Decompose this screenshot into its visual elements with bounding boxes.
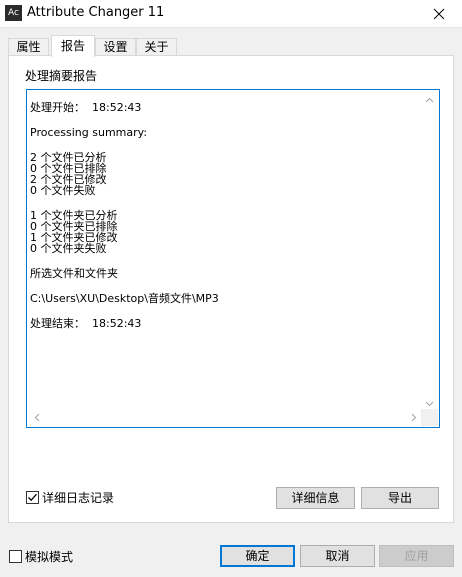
report-tab-panel: 处理摘要报告 处理开始： 18:52:43 Processing summary… [8, 55, 454, 523]
window-title: Attribute Changer 11 [27, 5, 165, 20]
report-path: C:\Users\XU\Desktop\音频文件\MP3 [30, 292, 219, 305]
export-button[interactable]: 导出 [361, 487, 439, 509]
detailed-log-label: 详细日志记录 [42, 491, 115, 505]
apply-button[interactable]: 应用 [379, 545, 454, 567]
scroll-left-icon[interactable] [28, 409, 45, 426]
report-textbox[interactable]: 处理开始： 18:52:43 Processing summary: 2 个文件… [26, 89, 440, 428]
panel-heading: 处理摘要报告 [25, 69, 98, 83]
report-selection-label: 所选文件和文件夹 [30, 267, 118, 280]
report-folders-failed: 0 个文件夹失败 [30, 242, 107, 255]
simulation-mode-checkbox[interactable] [9, 550, 22, 563]
simulation-mode-label: 模拟模式 [25, 550, 74, 564]
simulation-mode-option[interactable]: 模拟模式 [9, 548, 73, 565]
cancel-button[interactable]: 取消 [300, 545, 375, 567]
report-content: 处理开始： 18:52:43 Processing summary: 2 个文件… [30, 102, 422, 329]
checkmark-icon [28, 493, 37, 502]
report-files-failed: 0 个文件失败 [30, 184, 96, 197]
vertical-scrollbar[interactable] [421, 91, 438, 412]
scroll-corner [421, 409, 438, 426]
tab-properties[interactable]: 属性 [8, 38, 49, 56]
scroll-up-icon[interactable] [421, 91, 438, 108]
title-bar: Ac Attribute Changer 11 [0, 0, 462, 28]
close-icon [433, 8, 445, 20]
report-summary-label: Processing summary: [30, 126, 148, 139]
close-button[interactable] [416, 0, 462, 28]
tab-report[interactable]: 报告 [51, 35, 95, 57]
scroll-right-icon[interactable] [405, 409, 422, 426]
detailed-log-option[interactable]: 详细日志记录 [26, 489, 114, 506]
ok-button[interactable]: 确定 [220, 545, 295, 567]
tab-settings[interactable]: 设置 [95, 38, 136, 56]
report-end-time: 处理结束： 18:52:43 [30, 317, 142, 330]
tab-about[interactable]: 关于 [136, 38, 177, 56]
app-icon: Ac [5, 5, 22, 21]
report-start-time: 处理开始： 18:52:43 [30, 101, 142, 114]
horizontal-scrollbar[interactable] [28, 409, 422, 426]
details-button[interactable]: 详细信息 [276, 487, 355, 509]
detailed-log-checkbox[interactable] [26, 491, 39, 504]
